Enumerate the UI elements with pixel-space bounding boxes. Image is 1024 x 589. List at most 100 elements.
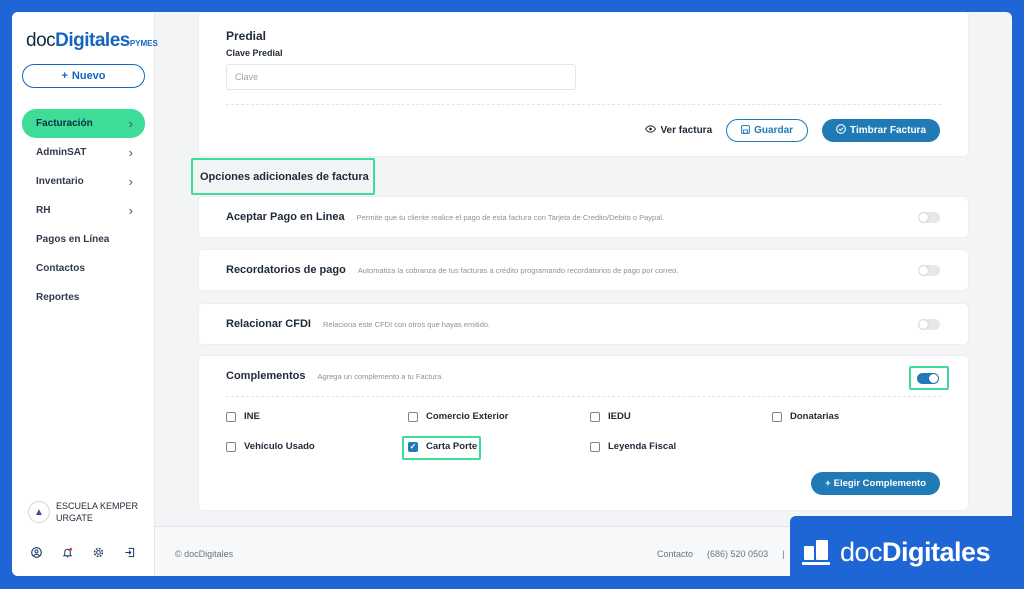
option-title: Relacionar CFDI [226, 318, 311, 330]
sidebar-nav: Facturación › AdminSAT › Inventario › RH › P… [22, 109, 145, 312]
divider [226, 104, 941, 105]
sidebar-item-label: Reportes [36, 292, 80, 303]
logout-icon[interactable] [123, 546, 136, 559]
app-logo[interactable]: docDigitalesPYMES [26, 30, 158, 52]
payment-reminders-toggle[interactable] [918, 264, 940, 276]
brand-wordmark: docDigitales [840, 537, 991, 568]
predial-heading: Predial [226, 29, 267, 43]
option-title: Recordatorios de pago [226, 264, 346, 276]
brand-prefix: doc [840, 537, 883, 567]
logo-prefix: doc [26, 30, 56, 51]
save-button-label: Guardar [754, 125, 794, 136]
complements-header: Complementos Agrega un complemento a tu … [226, 370, 443, 382]
predial-card: Predial Clave Predial Clave Ver factura … [199, 12, 968, 156]
chevron-right-icon: › [128, 145, 133, 160]
checkbox-carta-porte[interactable]: ✓ Carta Porte [408, 441, 477, 452]
sidebar: docDigitalesPYMES + Nuevo Facturación › Ad… [12, 12, 158, 576]
checkbox-label: Donatarias [790, 411, 840, 422]
option-relate-cfdi: Relacionar CFDI Relaciona este CFDI con … [199, 304, 968, 344]
complements-card: Complementos Agrega un complemento a tu … [199, 356, 968, 510]
checkbox-ine[interactable]: INE [226, 411, 260, 422]
checkbox-box [408, 411, 418, 422]
sidebar-item-adminsat[interactable]: AdminSAT › [22, 138, 145, 167]
complements-toggle[interactable] [917, 372, 939, 384]
user-name: ESCUELA KEMPER URGATE [56, 501, 139, 523]
sidebar-item-rh[interactable]: RH › [22, 196, 145, 225]
eye-icon [645, 125, 657, 136]
contact-link[interactable]: Contacto [657, 549, 693, 559]
online-payment-toggle[interactable] [918, 211, 940, 223]
sidebar-item-pagos-en-linea[interactable]: Pagos en Línea [22, 225, 145, 254]
chevron-right-icon: › [128, 203, 133, 218]
check-circle-icon [836, 124, 846, 137]
clave-predial-input[interactable]: Clave [226, 64, 576, 90]
option-description: Automatiza la cobranza de tus facturas a… [357, 265, 679, 275]
sidebar-item-label: AdminSAT [36, 147, 87, 158]
checkbox-leyenda-fiscal[interactable]: Leyenda Fiscal [590, 441, 676, 452]
save-button[interactable]: Guardar [726, 119, 809, 142]
gear-icon[interactable] [92, 546, 105, 559]
option-description: Permite que tu cliente realice el pago d… [356, 212, 665, 222]
user-profile[interactable]: ▲ ESCUELA KEMPER URGATE [28, 500, 146, 524]
invoice-actions: Ver factura Guardar Timbrar Factura [645, 119, 940, 142]
option-title: Aceptar Pago en Linea [226, 211, 345, 223]
sidebar-item-facturacion[interactable]: Facturación › [22, 109, 145, 138]
sidebar-item-label: Inventario [36, 176, 84, 187]
stamp-invoice-label: Timbrar Factura [850, 125, 926, 136]
plus-icon: + [825, 478, 831, 489]
brand-main: Digitales [882, 537, 991, 567]
chevron-right-icon: › [128, 174, 133, 189]
sidebar-item-label: RH [36, 205, 51, 216]
checkbox-box [226, 441, 236, 452]
bell-icon[interactable] [61, 546, 74, 559]
choose-complement-button[interactable]: + Elegir Complemento [811, 472, 940, 495]
sidebar-item-contactos[interactable]: Contactos [22, 254, 145, 283]
checkbox-label: Comercio Exterior [426, 411, 509, 422]
sidebar-item-label: Contactos [36, 263, 85, 274]
copyright: © docDigitales [175, 549, 234, 559]
complements-description: Agrega un complemento a tu Factura. [317, 371, 444, 381]
sidebar-item-inventario[interactable]: Inventario › [22, 167, 145, 196]
checkbox-box [590, 441, 600, 452]
avatar: ▲ [28, 501, 50, 523]
choose-complement-label: Elegir Complemento [833, 478, 926, 489]
separator: | [782, 549, 785, 559]
new-button-label: Nuevo [71, 70, 106, 82]
checkbox-box [772, 411, 782, 422]
view-invoice-button[interactable]: Ver factura [645, 125, 712, 136]
additional-options-title: Opciones adicionales de factura [191, 158, 375, 195]
docdigitales-logo-icon [802, 538, 832, 568]
checkbox-comercio-exterior[interactable]: Comercio Exterior [408, 411, 508, 422]
relate-cfdi-toggle[interactable] [918, 318, 940, 330]
complements-toggle-highlight [909, 366, 949, 390]
checkbox-label: Carta Porte [426, 441, 478, 452]
clave-predial-label: Clave Predial [226, 48, 283, 58]
sidebar-item-label: Facturación [36, 118, 93, 129]
checkbox-box [226, 411, 236, 422]
checkbox-label: INE [244, 411, 260, 422]
sidebar-bottom-icons [30, 546, 136, 559]
checkbox-label: Leyenda Fiscal [608, 441, 677, 452]
stamp-invoice-button[interactable]: Timbrar Factura [822, 119, 940, 142]
plus-icon: + [61, 70, 68, 82]
complements-title: Complementos [226, 370, 306, 382]
checkbox-label: IEDU [608, 411, 631, 422]
logo-main: Digitales [55, 30, 130, 51]
new-button[interactable]: + Nuevo [22, 64, 145, 88]
sidebar-item-label: Pagos en Línea [36, 234, 110, 245]
option-payment-reminders: Recordatorios de pago Automatiza la cobr… [199, 250, 968, 290]
save-icon [741, 124, 751, 137]
view-invoice-label: Ver factura [660, 125, 713, 136]
checkbox-donatarias[interactable]: Donatarias [772, 411, 839, 422]
phone-number: (686) 520 0503 [707, 549, 769, 559]
checkbox-vehiculo-usado[interactable]: Vehículo Usado [226, 441, 315, 452]
brand-badge: docDigitales [790, 516, 1012, 589]
logo-suffix: PYMES [129, 39, 158, 48]
app-window: docDigitalesPYMES + Nuevo Facturación › Ad… [12, 12, 1012, 576]
sidebar-item-reportes[interactable]: Reportes [22, 283, 145, 312]
option-description: Relaciona este CFDI con otros que hayas … [322, 319, 491, 329]
checkbox-iedu[interactable]: IEDU [590, 411, 631, 422]
check-icon: ✓ [408, 441, 418, 452]
chevron-right-icon: › [128, 116, 133, 131]
user-icon[interactable] [30, 546, 43, 559]
